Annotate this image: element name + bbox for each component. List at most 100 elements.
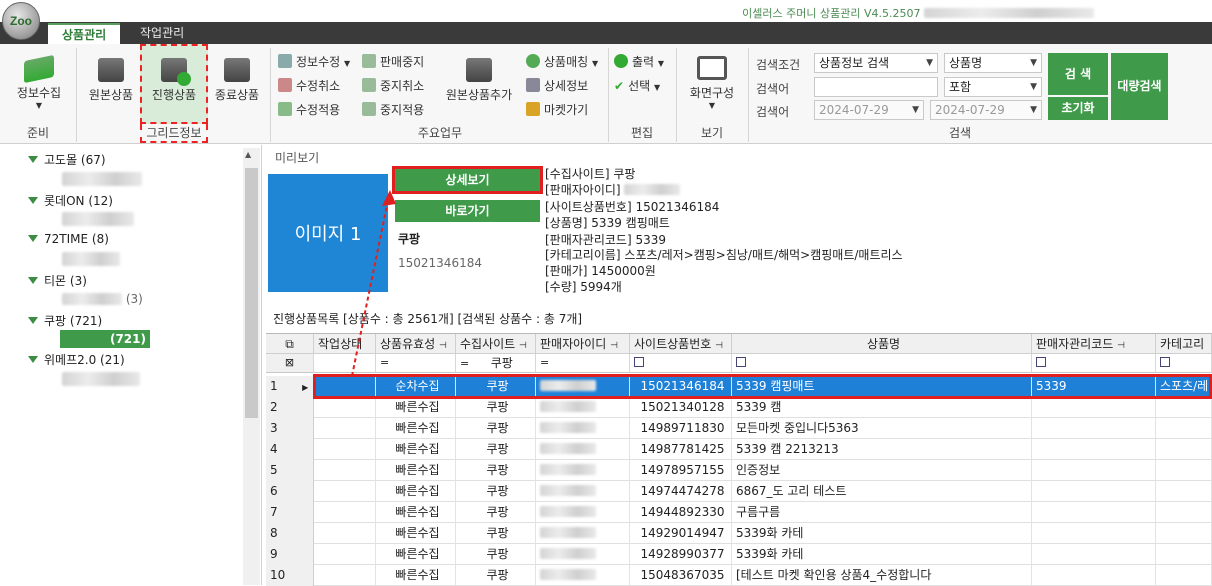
cell-category[interactable] [1156, 565, 1212, 586]
cell-validity[interactable]: 빠른수집 [376, 481, 456, 502]
cell-code[interactable] [1032, 397, 1156, 418]
cell-no[interactable]: 2 [266, 397, 314, 418]
table-row[interactable]: 5 빠른수집 쿠팡 14978957155 인증정보 [266, 460, 1212, 481]
table-row[interactable]: 10 빠른수집 쿠팡 15048367035 [테스트 마켓 확인용 상품4_수정합니다 [266, 565, 1212, 586]
search-condition-select[interactable]: 상품정보 검색 ▼ [814, 53, 938, 73]
filter-seller-id[interactable]: = [536, 354, 630, 373]
cell-seller[interactable] [536, 481, 630, 502]
col-header-code[interactable]: 판매자관리코드 ⊣ [1032, 334, 1156, 354]
cell-code[interactable] [1032, 544, 1156, 565]
keyword-input[interactable] [814, 77, 938, 97]
date-from-input[interactable]: 2024-07-29 ▼ [814, 100, 924, 120]
filter-site-no[interactable] [630, 354, 732, 373]
date-to-input[interactable]: 2024-07-29 ▼ [930, 100, 1042, 120]
tree-node-coupang[interactable]: 쿠팡 (721) [28, 312, 102, 329]
cell-seller[interactable] [536, 502, 630, 523]
cell-validity[interactable]: 빠른수집 [376, 397, 456, 418]
cell-no[interactable]: 5 [266, 460, 314, 481]
search-button[interactable]: 검 색 [1048, 53, 1108, 95]
cell-site_no[interactable]: 15048367035 [630, 565, 732, 586]
cell-validity[interactable]: 빠른수집 [376, 460, 456, 481]
tree-node-tmon[interactable]: 티몬 (3) [28, 272, 87, 289]
cell-code[interactable] [1032, 565, 1156, 586]
cell-site[interactable]: 쿠팡 [456, 544, 536, 565]
cell-validity[interactable]: 빠른수집 [376, 523, 456, 544]
cell-status[interactable] [314, 502, 376, 523]
cell-site[interactable]: 쿠팡 [456, 460, 536, 481]
match-type-select[interactable]: 포함 ▼ [944, 77, 1042, 97]
col-header-status[interactable]: 작업상태 [314, 334, 376, 354]
edit-apply-button[interactable]: 수정적용 [278, 100, 340, 120]
tree-child-coupang-selected[interactable]: (721) [60, 330, 150, 348]
cell-no[interactable]: 10 [266, 565, 314, 586]
pin-icon[interactable]: ⊣ [1117, 341, 1125, 351]
product-match-button[interactable]: 상품매칭 ▼ [526, 52, 598, 72]
screen-config-button[interactable]: 화면구성 ▼ [682, 48, 742, 122]
tree-child-blurred[interactable] [62, 172, 142, 186]
cell-validity[interactable]: 빠른수집 [376, 418, 456, 439]
cell-site_no[interactable]: 14929014947 [630, 523, 732, 544]
app-logo[interactable]: Zoo [2, 2, 40, 40]
filter-validity[interactable]: = [376, 354, 456, 373]
stop-cancel-button[interactable]: 중지취소 [362, 76, 424, 96]
bulk-search-button[interactable]: 대량검색 [1111, 53, 1168, 120]
cell-code[interactable] [1032, 460, 1156, 481]
cell-seller[interactable] [536, 523, 630, 544]
cell-code[interactable] [1032, 502, 1156, 523]
table-row[interactable]: 2 빠른수집 쿠팡 15021340128 5339 캠 [266, 397, 1212, 418]
detail-info-button[interactable]: 상세정보 [526, 76, 588, 96]
cell-status[interactable] [314, 565, 376, 586]
ended-products-button[interactable]: 종료상품 [208, 48, 266, 122]
cell-seller[interactable] [536, 460, 630, 481]
cell-site_no[interactable]: 14987781425 [630, 439, 732, 460]
cell-seller[interactable] [536, 565, 630, 586]
scroll-up-icon[interactable]: ▲ [245, 150, 251, 159]
edit-info-button[interactable]: 정보수정 ▼ [278, 52, 350, 72]
tab-task-management[interactable]: 작업관리 [126, 23, 198, 44]
cell-name[interactable]: 5339화 카테 [732, 544, 1032, 565]
clear-filter-icon[interactable]: ⊠ [266, 354, 314, 373]
cell-site[interactable]: 쿠팡 [456, 439, 536, 460]
cell-validity[interactable]: 빠른수집 [376, 439, 456, 460]
col-header-validity[interactable]: 상품유효성 ⊣ [376, 334, 456, 354]
cell-no[interactable]: 3 [266, 418, 314, 439]
pin-icon[interactable]: ⊣ [610, 341, 618, 351]
cell-no[interactable]: 8 [266, 523, 314, 544]
cell-site_no[interactable]: 15021340128 [630, 397, 732, 418]
filter-status[interactable] [314, 354, 376, 373]
cell-category[interactable] [1156, 481, 1212, 502]
go-direct-button[interactable]: 바로가기 [395, 200, 540, 222]
cell-name[interactable]: 인증정보 [732, 460, 1032, 481]
cell-site[interactable]: 쿠팡 [456, 565, 536, 586]
tree-child-blurred[interactable] [62, 252, 120, 266]
stop-apply-button[interactable]: 중지적용 [362, 100, 424, 120]
cell-no[interactable]: 6 [266, 481, 314, 502]
cell-site_no[interactable]: 14974474278 [630, 481, 732, 502]
cell-seller[interactable] [536, 439, 630, 460]
cell-category[interactable] [1156, 460, 1212, 481]
cell-site_no[interactable]: 14978957155 [630, 460, 732, 481]
cell-status[interactable] [314, 397, 376, 418]
cell-site[interactable]: 쿠팡 [456, 418, 536, 439]
tree-node-wemakeprice[interactable]: 위메프2.0 (21) [28, 351, 125, 368]
cell-code[interactable] [1032, 418, 1156, 439]
cell-name[interactable]: 모든마켓 중입니다5363 [732, 418, 1032, 439]
table-row[interactable]: 6 빠른수집 쿠팡 14974474278 6867_도 고리 테스트 [266, 481, 1212, 502]
cell-category[interactable] [1156, 418, 1212, 439]
tab-product-management[interactable]: 상품관리 [48, 23, 121, 44]
cell-name[interactable]: [테스트 마켓 확인용 상품4_수정합니다 [732, 565, 1032, 586]
cell-site_no[interactable]: 14928990377 [630, 544, 732, 565]
filter-code[interactable] [1032, 354, 1156, 373]
tree-node-lotteon[interactable]: 롯데ON (12) [28, 192, 113, 209]
filter-category[interactable] [1156, 354, 1212, 373]
cell-code[interactable] [1032, 523, 1156, 544]
pin-icon[interactable]: ⊣ [519, 341, 527, 351]
table-row[interactable]: 4 빠른수집 쿠팡 14987781425 5339 캠 2213213 [266, 439, 1212, 460]
reset-button[interactable]: 초기화 [1048, 97, 1108, 120]
cell-category[interactable] [1156, 544, 1212, 565]
tree-child-tmon[interactable]: (3) [62, 292, 143, 306]
col-header-site-no[interactable]: 사이트상품번호 ⊣ [630, 334, 732, 354]
cell-validity[interactable]: 빠른수집 [376, 502, 456, 523]
cell-status[interactable] [314, 460, 376, 481]
cell-code[interactable] [1032, 481, 1156, 502]
